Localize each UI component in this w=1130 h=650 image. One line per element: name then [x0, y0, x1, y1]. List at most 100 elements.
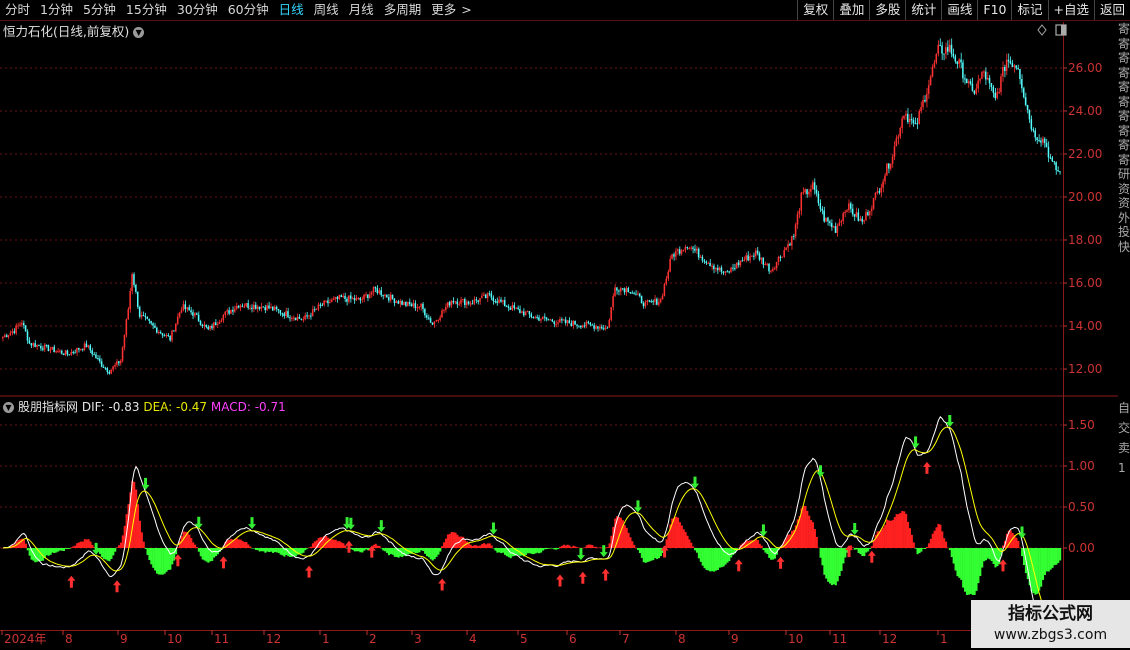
- candle-body: [59, 350, 61, 352]
- candle-body: [629, 292, 631, 294]
- candle-body: [452, 300, 455, 303]
- macd-bar: [867, 548, 870, 552]
- y-axis-labels: 26.00 24.00 22.00 20.00 18.00 16.00 14.00 12.00…: [1068, 61, 1102, 555]
- sell-arrow-icon: [599, 545, 608, 558]
- macd-bar: [534, 548, 537, 554]
- macd-bar: [1059, 548, 1062, 561]
- candle-body: [870, 208, 873, 212]
- stock-title: 恒力石化(日线,前复权): [3, 24, 130, 39]
- tool-button-6[interactable]: 标记: [1011, 0, 1047, 20]
- macd-bar: [975, 548, 978, 591]
- macd-bar: [450, 532, 453, 548]
- macd-bar: [363, 548, 366, 551]
- buy-arrow-icon: [219, 556, 228, 569]
- macd-bar: [479, 545, 482, 548]
- tool-button-8[interactable]: 返回: [1093, 0, 1130, 20]
- candle-body: [886, 163, 888, 176]
- macd-bar: [78, 542, 81, 548]
- macd-bar: [416, 548, 419, 553]
- macd-bar: [460, 536, 463, 548]
- macd-bar: [393, 548, 396, 557]
- macd-bar: [59, 548, 62, 551]
- diamond-icon[interactable]: [1037, 24, 1047, 36]
- period-tab-0[interactable]: 分时: [0, 0, 35, 20]
- macd-bar: [492, 548, 495, 549]
- candle-body: [929, 76, 932, 86]
- macd-bar: [926, 546, 929, 548]
- macd-bar: [420, 548, 423, 551]
- chevron-down-icon[interactable]: ▼: [133, 27, 145, 38]
- candle-body: [481, 295, 483, 299]
- period-tab-5[interactable]: 60分钟: [223, 0, 274, 20]
- candle-body: [924, 100, 926, 102]
- tool-button-3[interactable]: 统计: [905, 0, 941, 20]
- more-arrow-icon[interactable]: >: [461, 0, 476, 20]
- period-tab-2[interactable]: 5分钟: [78, 0, 121, 20]
- candle-body: [1049, 157, 1052, 159]
- candle-body: [897, 136, 900, 139]
- tool-button-1[interactable]: 叠加: [833, 0, 869, 20]
- macd-bar: [135, 489, 138, 548]
- macd-bar: [251, 548, 254, 549]
- candle-body: [245, 303, 247, 307]
- macd-bar: [903, 511, 906, 548]
- macd-bar: [735, 548, 738, 550]
- chevron-down-icon[interactable]: ▼: [3, 402, 14, 413]
- period-tab-9[interactable]: 多周期: [379, 0, 427, 20]
- period-tab-10[interactable]: 更多: [426, 0, 461, 20]
- candle-body: [338, 295, 341, 300]
- macd-bar: [705, 548, 708, 570]
- macd-bar: [811, 522, 815, 548]
- price-axis-label: 24.00: [1068, 104, 1102, 118]
- candle-body: [880, 187, 882, 193]
- macd-bar: [566, 544, 569, 548]
- candle-body: [252, 304, 255, 310]
- candle-body: [279, 310, 282, 314]
- candle-body: [197, 314, 200, 322]
- period-tab-6[interactable]: 日线: [274, 0, 309, 20]
- tool-button-7[interactable]: +自选: [1047, 0, 1094, 20]
- candle-body: [446, 302, 449, 307]
- tool-button-5[interactable]: F10: [977, 0, 1011, 20]
- macd-bar: [249, 546, 252, 548]
- candle-body: [777, 256, 780, 262]
- candle-body: [294, 317, 297, 321]
- candle-body: [680, 250, 683, 254]
- candle-body: [211, 325, 213, 329]
- candle-body: [26, 331, 29, 341]
- candle-body: [781, 256, 784, 258]
- candle-body: [519, 309, 521, 313]
- macd-bar: [98, 548, 102, 554]
- sell-arrow-icon: [489, 522, 498, 535]
- macd-bar: [72, 546, 75, 548]
- period-tab-7[interactable]: 周线: [309, 0, 344, 20]
- tool-button-4[interactable]: 画线: [941, 0, 977, 20]
- tool-button-0[interactable]: 复权: [797, 0, 833, 20]
- candle-body: [353, 298, 356, 301]
- macd-axis-label: 0.50: [1068, 500, 1095, 514]
- macd-bar: [308, 547, 311, 548]
- macd-bar: [140, 532, 143, 548]
- candle-body: [91, 350, 93, 355]
- candle-body: [43, 344, 46, 350]
- candle-body: [173, 330, 175, 332]
- macd-bar: [880, 529, 883, 548]
- candle-body: [513, 305, 515, 309]
- macd-bar: [543, 548, 546, 550]
- price-candles[interactable]: [2, 38, 1061, 375]
- candle-body: [429, 318, 432, 323]
- candle-body: [916, 123, 919, 125]
- period-tab-4[interactable]: 30分钟: [172, 0, 223, 20]
- macd-bar: [268, 548, 271, 553]
- period-tab-8[interactable]: 月线: [344, 0, 379, 20]
- macd-bar: [87, 539, 90, 548]
- period-tab-3[interactable]: 15分钟: [121, 0, 172, 20]
- period-tab-1[interactable]: 1分钟: [35, 0, 78, 20]
- candle-body: [1043, 138, 1046, 143]
- macd-bar: [414, 548, 417, 554]
- candle-body: [918, 110, 920, 124]
- candle-body: [32, 343, 34, 346]
- candle-body: [1022, 88, 1025, 98]
- candle-body: [500, 299, 502, 302]
- tool-button-2[interactable]: 多股: [869, 0, 905, 20]
